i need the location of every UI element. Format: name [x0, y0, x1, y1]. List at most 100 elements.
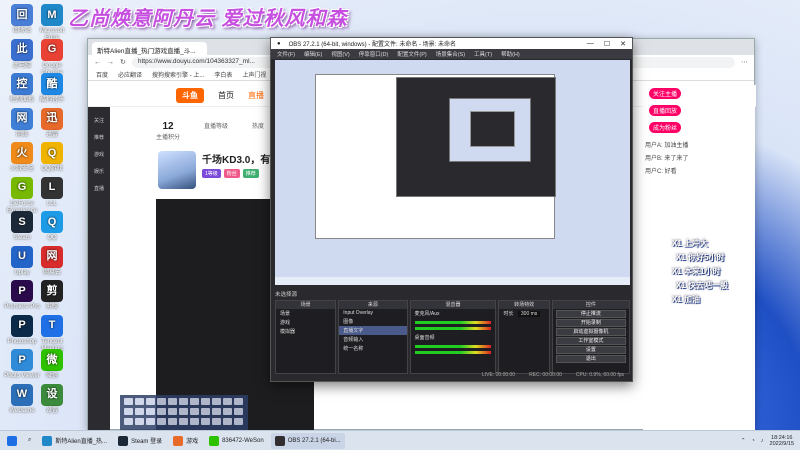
search-icon: ⌕ — [28, 437, 32, 443]
taskbar-app[interactable]: Steam 登录 — [114, 433, 166, 449]
app-icon: W — [11, 383, 33, 406]
reload-icon[interactable]: ↻ — [120, 58, 126, 66]
scenes-item[interactable]: 游戏 — [276, 318, 335, 327]
bookmark-item[interactable]: 百度 — [96, 70, 108, 79]
browser-tab[interactable]: 斯特Alien直播_热门游戏直播_斗... — [92, 42, 207, 55]
sources-item[interactable]: 图像 — [339, 317, 406, 326]
desktop-icon[interactable]: 迅迅雷 — [34, 107, 70, 139]
taskbar-app[interactable]: OBS 27.2.1 (64-bi... — [270, 432, 345, 449]
desktop-icon-label: QQ — [47, 235, 57, 241]
desktop-icon[interactable]: GGoogle Chrome — [34, 38, 70, 77]
input-overlay-keyboard — [120, 395, 248, 430]
streamer-stats: 12 主播积分 直播等级 热度 — [156, 121, 264, 141]
desktop-icon[interactable]: Q QQ — [34, 211, 70, 242]
taskbar-app[interactable]: 斯特Alien直播_热... — [38, 433, 111, 449]
bookmark-item[interactable]: 必应翻译 — [118, 70, 142, 79]
desktop-icon[interactable]: L LoL — [34, 176, 70, 208]
control-button[interactable]: 工作室模式 — [555, 337, 626, 345]
desktop-icon[interactable]: 网网易云 — [34, 245, 70, 277]
danmaku-line: X1 快去吧一般 — [676, 281, 729, 290]
desktop-icon[interactable]: Q QQ游戏 — [34, 142, 70, 173]
stream-overlay-banner: 乙尚焕意阿丹云 爱过秋风和森 — [68, 8, 348, 30]
obs-menu-item[interactable]: 停靠窗口(D) — [359, 50, 389, 58]
volume-slider[interactable] — [414, 327, 492, 330]
scenes-item[interactable]: 场景 — [276, 309, 335, 318]
sidebar-nav-item[interactable]: 关注 — [88, 117, 110, 124]
obs-menu-item[interactable]: 视图(V) — [331, 50, 349, 58]
taskbar-app-icon — [209, 435, 220, 446]
app-icon: 微 — [41, 349, 63, 371]
app-icon: 回 — [11, 4, 33, 26]
obs-preview[interactable] — [275, 60, 630, 285]
clock[interactable]: 18:24:16 2022/9/15 — [770, 435, 794, 447]
obs-menu-item[interactable]: 帮助(H) — [501, 50, 520, 58]
taskbar-app[interactable]: 836472-WeSon — [205, 433, 268, 449]
minimize-icon[interactable]: — — [587, 40, 594, 48]
obs-menu-item[interactable]: 编辑(E) — [304, 50, 322, 58]
chat-action-button[interactable]: 成为粉丝 — [649, 122, 682, 133]
obs-menu-item[interactable]: 工具(T) — [474, 50, 492, 58]
control-button[interactable]: 停止推流 — [555, 310, 626, 318]
chat-action-button[interactable]: 关注主播 — [649, 88, 682, 99]
bookmark-item[interactable]: 李白表 — [214, 70, 232, 79]
sources-item[interactable]: Input Overlay — [339, 309, 406, 317]
desktop-icon-label: 网易云 — [42, 269, 61, 276]
scenes-item[interactable]: 模拟器 — [276, 327, 335, 336]
app-icon: P — [11, 349, 33, 371]
taskbar-app[interactable]: 游戏 — [169, 433, 202, 449]
control-button[interactable]: 退出 — [555, 355, 626, 363]
preview-browser-capture — [315, 74, 556, 239]
keyboard-key — [201, 398, 210, 405]
sources-item[interactable]: 音频输入 — [339, 335, 406, 344]
desktop-icon[interactable]: TTencent Meeting — [34, 314, 70, 353]
desktop-icon[interactable]: 微微信 — [34, 349, 70, 380]
desktop-icon[interactable]: MMicrosoft Edge — [34, 4, 70, 42]
network-icon[interactable]: ◔ — [751, 438, 754, 444]
obs-menu-item[interactable]: 文件(F) — [277, 50, 295, 58]
menu-icon[interactable]: ⋯ — [741, 58, 748, 66]
app-icon: G — [11, 176, 33, 199]
desktop-icon[interactable]: 剪剪映 — [34, 280, 70, 311]
windows-logo-icon — [7, 435, 17, 446]
keyboard-key — [179, 418, 188, 425]
back-icon[interactable]: ← — [94, 59, 101, 66]
control-button[interactable]: 设置 — [555, 346, 626, 354]
desktop-icon-label: 剪映 — [45, 304, 58, 310]
nav-home[interactable]: 首页 — [218, 90, 234, 101]
duration-label: 时长 — [503, 311, 514, 317]
chat-action-button[interactable]: 直播回放 — [649, 105, 682, 116]
desktop-icon[interactable]: 酷酷狗音乐 — [34, 73, 70, 104]
app-icon: 剪 — [41, 280, 63, 302]
duration-input[interactable]: 300 ms — [517, 311, 541, 317]
sidebar-nav-item[interactable]: 直播 — [88, 185, 110, 192]
sidebar-nav-item[interactable]: 游戏 — [88, 151, 110, 158]
bookmark-item[interactable]: 搜狗搜索引擎 - 上... — [152, 70, 204, 79]
search-button[interactable]: ⌕ — [24, 433, 35, 449]
forward-icon[interactable]: → — [107, 59, 114, 66]
volume-icon[interactable]: ♪ — [761, 438, 764, 444]
obs-menu-item[interactable]: 配置文件(P) — [397, 50, 426, 58]
sidebar-nav-item[interactable]: 推荐 — [88, 134, 110, 141]
start-button[interactable] — [3, 433, 21, 449]
stat-value: 12 — [162, 121, 174, 132]
site-logo[interactable]: 斗鱼 — [176, 88, 204, 103]
stat-item: 12 主播积分 — [156, 121, 180, 141]
control-button[interactable]: 开始录制 — [555, 319, 626, 327]
app-icon: 网 — [11, 107, 33, 130]
close-icon[interactable]: ✕ — [620, 40, 626, 48]
taskbar: ⌕ 斯特Alien直播_热... Steam 登录 游戏 836472-WeSon OB… — [0, 430, 800, 450]
nav-live[interactable]: 直播 — [248, 90, 264, 101]
control-button[interactable]: 启动虚拟摄像机 — [555, 328, 626, 336]
obs-menu-item[interactable]: 场景集合(S) — [436, 50, 465, 58]
sources-item[interactable]: 直播文字 — [339, 326, 407, 335]
sources-item[interactable]: 统一名称 — [339, 344, 406, 353]
taskbar-app-icon — [42, 435, 53, 446]
sidebar-nav-item[interactable]: 娱乐 — [88, 168, 110, 175]
keyboard-key — [223, 398, 232, 405]
volume-slider[interactable] — [414, 351, 492, 354]
maximize-icon[interactable]: ☐ — [604, 40, 610, 48]
tray-expand-icon[interactable]: ⌃ — [741, 438, 746, 444]
desktop-icon[interactable]: 设设置 — [34, 383, 70, 415]
obs-docks: 场景 场景 游戏 模拟器 来源 Input Overlay 图像 直播文字 音频输入 统一名称 … — [275, 300, 630, 374]
bookmark-item[interactable]: 上声门视 — [242, 70, 266, 79]
